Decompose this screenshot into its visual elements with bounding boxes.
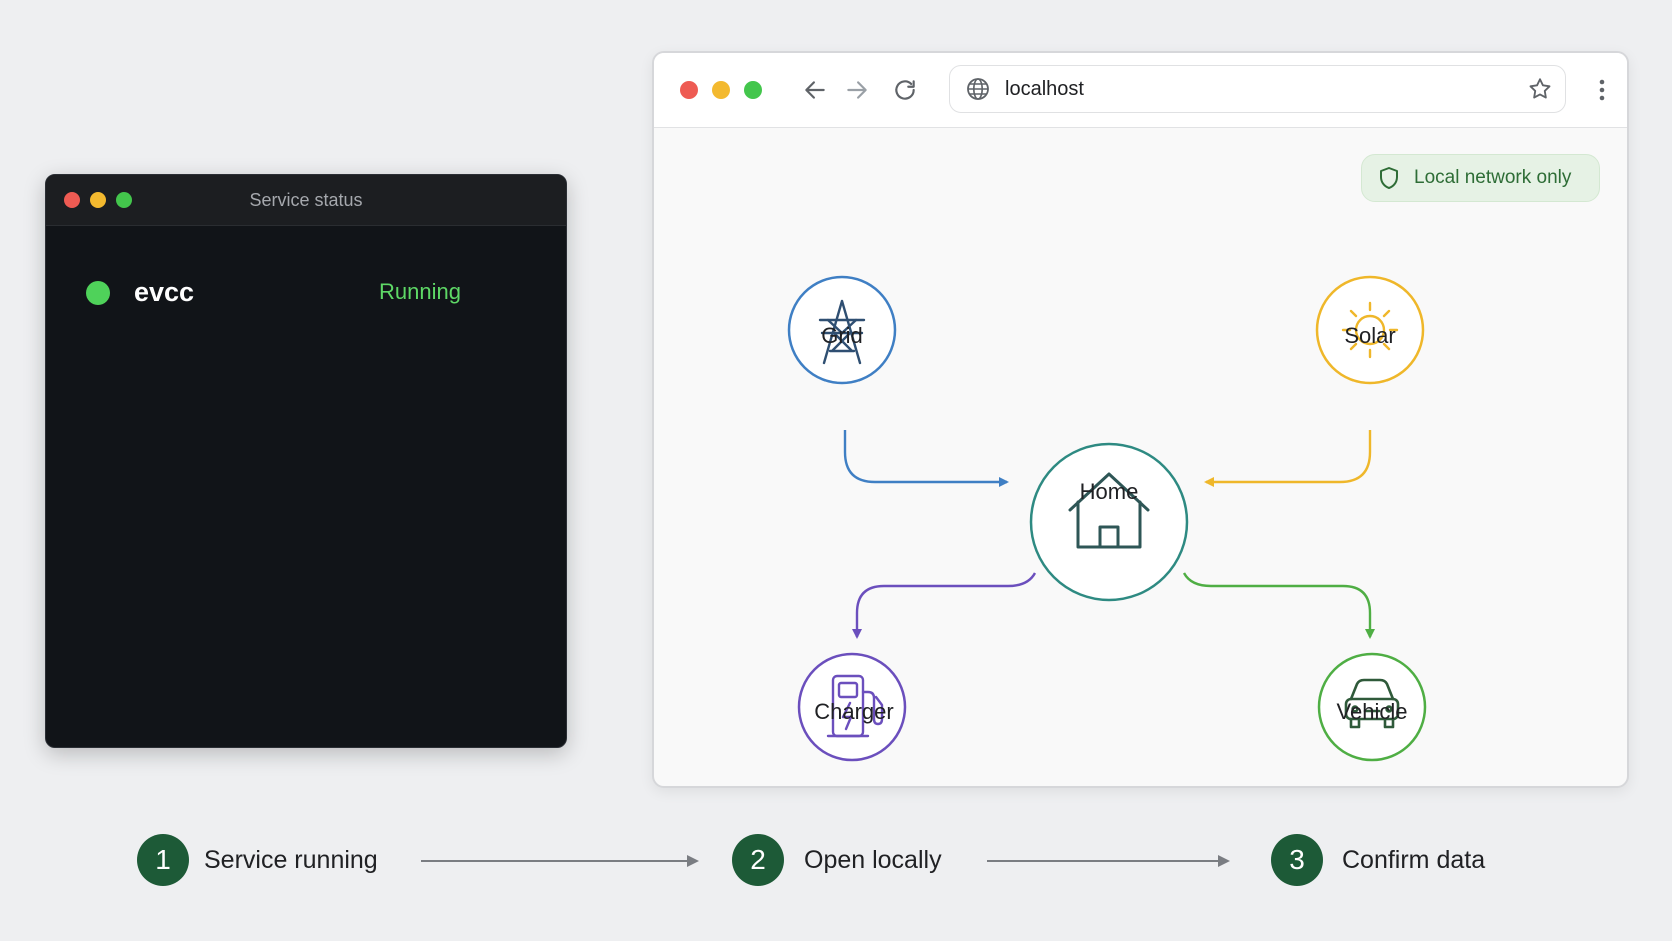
globe-icon — [967, 78, 989, 100]
reload-icon — [895, 80, 915, 100]
reload-button[interactable] — [890, 75, 920, 105]
address-bar[interactable]: localhost — [949, 65, 1566, 113]
terminal-title: Service status — [249, 190, 363, 210]
flow-home-to-vehicle — [1182, 572, 1375, 639]
browser-toolbar: localhost — [654, 53, 1627, 128]
back-arrow-icon — [805, 81, 825, 99]
browser-window: localhost Local network only Grid Solar … — [652, 51, 1629, 788]
star-icon[interactable] — [1527, 76, 1553, 102]
step-1-label: Service running — [204, 846, 378, 874]
step-2-label: Open locally — [804, 846, 942, 874]
back-button[interactable] — [800, 75, 830, 105]
step-3-badge: 3 — [1271, 834, 1323, 886]
charger-label: Charger — [814, 699, 894, 724]
url-text[interactable]: localhost — [1005, 66, 1084, 112]
step-1-badge: 1 — [137, 834, 189, 886]
forward-button[interactable] — [842, 75, 872, 105]
service-name: evcc — [134, 277, 195, 307]
flow-grid-to-home — [843, 430, 1009, 487]
flow-home-to-charger — [852, 572, 1037, 639]
step-3-label: Confirm data — [1342, 846, 1486, 874]
energy-flow-diagram — [787, 275, 1427, 762]
solar-label: Solar — [1344, 323, 1396, 348]
vehicle-label: Vehicle — [1336, 699, 1408, 724]
service-row: evcc Running — [86, 275, 526, 311]
service-status-window: Service status evcc Running — [45, 174, 567, 748]
forward-arrow-icon — [847, 81, 867, 99]
browser-window-controls — [680, 53, 762, 127]
browser-close-button[interactable] — [680, 81, 698, 99]
status-indicator-dot — [86, 281, 110, 305]
home-node[interactable] — [1029, 442, 1189, 602]
terminal-titlebar: Service status — [46, 175, 566, 226]
grid-label: Grid — [821, 323, 863, 348]
service-status-text: Running — [379, 279, 461, 304]
more-vert-icon[interactable] — [1597, 75, 1607, 105]
browser-minimize-button[interactable] — [712, 81, 730, 99]
browser-maximize-button[interactable] — [744, 81, 762, 99]
home-label: Home — [1079, 479, 1139, 504]
flow-solar-to-home — [1204, 430, 1372, 487]
step-2-badge: 2 — [732, 834, 784, 886]
